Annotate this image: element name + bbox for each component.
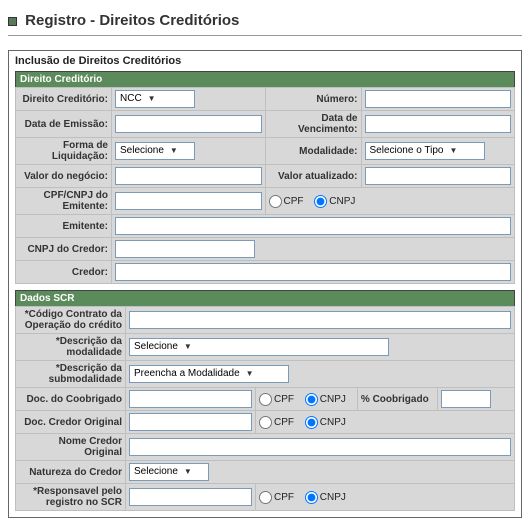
section-header-direito: Direito Creditório — [15, 71, 515, 87]
select-forma-liq[interactable]: Selecione — [115, 142, 195, 160]
label-modalidade: Modalidade: — [265, 138, 361, 165]
label-nome-credor-orig: Nome Credor Original — [16, 434, 126, 461]
select-natureza[interactable]: Selecione — [129, 463, 209, 481]
label-credor: Credor: — [16, 261, 112, 284]
input-valor-atu[interactable] — [365, 167, 512, 185]
label-doc-credor-orig: Doc. Credor Original — [16, 411, 126, 434]
input-numero[interactable] — [365, 90, 512, 108]
input-codigo[interactable] — [129, 311, 511, 329]
grid-scr: *Código Contrato da Operação do crédito … — [15, 306, 515, 511]
radio-emit-cpf[interactable] — [269, 195, 282, 208]
radio-emit-doc: CPF CNPJ — [265, 188, 515, 215]
grid-direito: Direito Creditório: NCC Número: Data de … — [15, 87, 515, 284]
radio-resp-cnpj[interactable] — [305, 491, 318, 504]
label-cpfcnpj-emit: CPF/CNPJ do Emitente: — [16, 188, 112, 215]
form-container: Inclusão de Direitos Creditórios Direito… — [8, 50, 522, 518]
radio-credor-orig-doc: CPF CNPJ — [256, 411, 515, 434]
label-direito: Direito Creditório: — [16, 88, 112, 111]
label-doc-coob: Doc. do Coobrigado — [16, 388, 126, 411]
radio-resp-doc: CPF CNPJ — [256, 484, 515, 511]
input-doc-credor-orig[interactable] — [129, 413, 252, 431]
radio-credor-orig-cpf-label[interactable]: CPF — [259, 417, 294, 428]
label-cnpj-credor: CNPJ do Credor: — [16, 238, 112, 261]
select-modalidade[interactable]: Selecione o Tipo — [365, 142, 485, 160]
label-data-emissao: Data de Emissão: — [16, 111, 112, 138]
radio-emit-cnpj-label[interactable]: CNPJ — [314, 196, 355, 207]
input-cnpj-credor[interactable] — [115, 240, 255, 258]
input-pct-coob[interactable] — [441, 390, 491, 408]
radio-resp-cnpj-label[interactable]: CNPJ — [305, 492, 346, 503]
radio-coob-doc: CPF CNPJ — [256, 388, 358, 411]
title-bullet-icon — [8, 17, 17, 26]
label-data-venc: Data de Vencimento: — [265, 111, 361, 138]
radio-resp-cpf-label[interactable]: CPF — [259, 492, 294, 503]
input-credor[interactable] — [115, 263, 511, 281]
input-resp[interactable] — [129, 488, 252, 506]
subtitle: Inclusão de Direitos Creditórios — [15, 55, 515, 71]
radio-resp-cpf[interactable] — [259, 491, 272, 504]
input-nome-credor-orig[interactable] — [129, 438, 511, 456]
label-valor-atu: Valor atualizado: — [265, 165, 361, 188]
radio-coob-cpf-label[interactable]: CPF — [259, 394, 294, 405]
label-resp: *Responsavel pelo registro no SCR — [16, 484, 126, 511]
label-natureza: Natureza do Credor — [16, 461, 126, 484]
radio-coob-cnpj[interactable] — [305, 393, 318, 406]
input-cpfcnpj-emit[interactable] — [115, 192, 262, 210]
input-data-emissao[interactable] — [115, 115, 262, 133]
label-desc-submod: *Descrição da submodalidade — [16, 361, 126, 388]
page-title-text: Registro - Direitos Creditórios — [25, 12, 239, 29]
label-desc-mod: *Descrição da modalidade — [16, 334, 126, 361]
radio-emit-cpf-label[interactable]: CPF — [269, 196, 304, 207]
section-header-scr: Dados SCR — [15, 290, 515, 306]
label-forma-liq: Forma de Liquidação: — [16, 138, 112, 165]
label-pct-coob: % Coobrigado — [357, 388, 437, 411]
label-numero: Número: — [265, 88, 361, 111]
page-title: Registro - Direitos Creditórios — [8, 8, 522, 36]
label-valor-neg: Valor do negócio: — [16, 165, 112, 188]
radio-credor-orig-cnpj[interactable] — [305, 416, 318, 429]
select-desc-submod[interactable]: Preencha a Modalidade — [129, 365, 289, 383]
radio-emit-cnpj[interactable] — [314, 195, 327, 208]
radio-credor-orig-cpf[interactable] — [259, 416, 272, 429]
radio-coob-cnpj-label[interactable]: CNPJ — [305, 394, 346, 405]
input-emitente[interactable] — [115, 217, 511, 235]
label-codigo: *Código Contrato da Operação do crédito — [16, 307, 126, 334]
input-valor-neg[interactable] — [115, 167, 262, 185]
radio-credor-orig-cnpj-label[interactable]: CNPJ — [305, 417, 346, 428]
select-direito[interactable]: NCC — [115, 90, 195, 108]
input-doc-coob[interactable] — [129, 390, 252, 408]
input-data-venc[interactable] — [365, 115, 512, 133]
radio-coob-cpf[interactable] — [259, 393, 272, 406]
select-desc-mod[interactable]: Selecione — [129, 338, 389, 356]
label-emitente: Emitente: — [16, 215, 112, 238]
